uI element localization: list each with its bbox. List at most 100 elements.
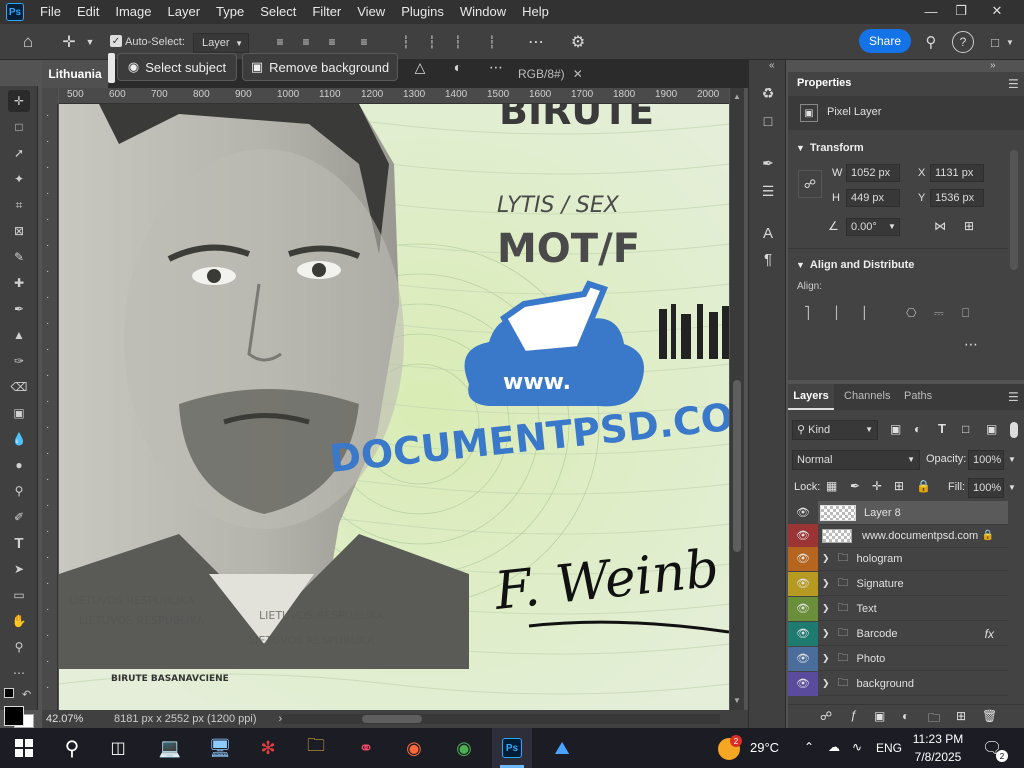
visibility-eye-icon[interactable]: 👁	[788, 646, 818, 671]
close-button[interactable]: ✕	[980, 0, 1014, 22]
filter-adjustment-icon[interactable]: ◐	[914, 422, 921, 436]
clock-time[interactable]: 11:23 PM	[908, 732, 968, 746]
hand-tool-icon[interactable]: ✋	[8, 610, 30, 632]
photoshop-taskbar-icon[interactable]: Ps	[492, 728, 532, 768]
properties-scrollbar[interactable]	[1010, 150, 1018, 270]
align-right-icon[interactable]: ⎥	[860, 306, 866, 320]
scroll-down-icon[interactable]: ▼	[733, 696, 741, 705]
layer-effects-badge[interactable]: fx	[985, 627, 994, 641]
layer-name[interactable]: Text	[857, 603, 877, 615]
brush-settings-icon[interactable]: ✒	[757, 152, 779, 174]
add-mask-icon[interactable]: ▣	[874, 709, 885, 723]
layer-row[interactable]: 👁 ❯ 🗀 Barcode fx	[788, 621, 1008, 646]
document-canvas[interactable]: LIETUVOS RESPUBLIKA LIETUVOS RESPUBLIKA …	[59, 104, 729, 710]
burn-tool-icon[interactable]: ⚲	[8, 480, 30, 502]
flip-vertical-icon[interactable]: ⊞	[964, 219, 974, 233]
home-icon[interactable]: ⌂	[16, 32, 40, 52]
more-options-icon[interactable]: ⋯	[486, 57, 506, 77]
visibility-eye-icon[interactable]: 👁	[788, 621, 818, 646]
windows-start-icon[interactable]	[4, 728, 44, 768]
flip-horizontal-icon[interactable]: ⋈	[934, 219, 946, 233]
file-explorer-icon[interactable]: 🗀	[296, 728, 336, 768]
healing-brush-icon[interactable]: ✚	[8, 272, 30, 294]
visibility-eye-icon[interactable]: 👁	[788, 671, 818, 696]
remote-app-icon[interactable]: ✻	[248, 728, 288, 768]
collapse-panels-icon[interactable]: »	[990, 60, 996, 71]
menu-view[interactable]: View	[349, 0, 393, 24]
align-left-icon[interactable]: ⎤	[804, 306, 810, 320]
new-layer-icon[interactable]: ⊞	[956, 709, 966, 723]
minimize-button[interactable]: —	[914, 0, 948, 22]
chevron-right-icon[interactable]: ❯	[822, 678, 830, 689]
filter-type-icon[interactable]: T	[938, 421, 946, 436]
search-icon[interactable]: ⚲	[52, 728, 92, 768]
character-icon[interactable]: A	[757, 222, 779, 244]
restore-button[interactable]: ❐	[944, 0, 978, 22]
new-adjustment-icon[interactable]: ◐	[902, 709, 909, 723]
transform-section[interactable]: ▼ Transform	[796, 142, 864, 154]
chevron-down-icon[interactable]: ▼	[1008, 483, 1016, 492]
lock-artboard-icon[interactable]: ⊞	[894, 479, 904, 493]
align-bottom-icon[interactable]: ⎕	[962, 306, 969, 321]
chevron-right-icon[interactable]: ❯	[822, 603, 830, 614]
tab-second-document[interactable]: RGB/8#) ✕	[514, 60, 584, 88]
menu-select[interactable]: Select	[252, 0, 304, 24]
network-app-icon[interactable]: 🖥	[200, 728, 240, 768]
horizontal-scrollbar[interactable]	[282, 714, 720, 724]
menu-file[interactable]: File	[32, 0, 69, 24]
filter-toggle[interactable]	[1010, 422, 1018, 438]
layer-name[interactable]: background	[857, 678, 915, 690]
new-group-icon[interactable]: 🗀	[928, 709, 940, 730]
adjustment-icon[interactable]: ◐	[448, 57, 468, 77]
filter-shape-icon[interactable]: □	[962, 422, 969, 436]
help-icon[interactable]: ?	[952, 31, 974, 53]
visibility-eye-icon[interactable]: 👁	[788, 596, 818, 621]
layer-name[interactable]: Barcode	[857, 628, 898, 640]
photos-app-icon[interactable]: ⛰	[542, 728, 582, 768]
wifi-icon[interactable]: ∿	[852, 740, 862, 754]
panel-menu-icon[interactable]: ☰	[1008, 77, 1019, 91]
layer-row[interactable]: 👁 ❯ 🗀 Photo	[788, 646, 1008, 671]
this-pc-icon[interactable]: 💻	[150, 728, 190, 768]
language-indicator[interactable]: ENG	[876, 741, 902, 755]
zoom-tool-icon[interactable]: ⚲	[8, 636, 30, 658]
chevron-down-icon[interactable]: ▼	[84, 34, 96, 50]
brush-tool-icon[interactable]: ✒	[8, 298, 30, 320]
close-icon[interactable]: ✕	[573, 67, 583, 81]
menu-layer[interactable]: Layer	[160, 0, 209, 24]
move-tool-icon[interactable]: ✛	[8, 90, 30, 112]
visibility-eye-icon[interactable]: 👁	[788, 571, 818, 596]
link-dimensions-icon[interactable]: ☍	[798, 170, 822, 198]
layer-name[interactable]: Photo	[857, 653, 886, 665]
panel-menu-icon[interactable]: ☰	[1008, 390, 1019, 404]
menu-filter[interactable]: Filter	[304, 0, 349, 24]
delete-layer-icon[interactable]: 🗑	[982, 709, 997, 723]
clock-date[interactable]: 7/8/2025	[908, 750, 968, 764]
blur-tool-icon[interactable]: 💧	[8, 428, 30, 450]
tab-paths[interactable]: Paths	[904, 390, 932, 402]
layer-name[interactable]: hologram	[857, 553, 903, 565]
blend-mode-dropdown[interactable]: Normal ▼	[792, 450, 920, 470]
creative-cloud-icon[interactable]: ⚭	[346, 728, 386, 768]
chevron-down-icon[interactable]: ▼	[888, 222, 896, 231]
fill-input[interactable]: 100%	[968, 478, 1004, 498]
align-vcenter-icon[interactable]: ⎓	[934, 306, 944, 321]
crop-tool-icon[interactable]: ⌗	[8, 194, 30, 216]
align-hcenter-icon[interactable]: ⎪	[832, 306, 841, 320]
align-top-icon[interactable]: ⎔	[906, 306, 916, 320]
workspace-icon[interactable]: □	[984, 31, 1006, 53]
weather-temp[interactable]: 29°C	[750, 740, 779, 755]
tab-layers[interactable]: Layers	[788, 384, 834, 410]
opacity-input[interactable]: 100%	[968, 450, 1004, 470]
transform-icon[interactable]: △	[410, 57, 430, 77]
type-tool-icon[interactable]: T	[8, 532, 30, 554]
search-icon[interactable]: ⚲	[920, 31, 942, 53]
select-subject-button[interactable]: ◉ Select subject	[117, 53, 237, 81]
auto-select-dropdown[interactable]: Layer ▼	[193, 33, 249, 53]
zoom-level[interactable]: 42.07%	[46, 713, 112, 725]
chevron-down-icon[interactable]: ▼	[1008, 455, 1016, 464]
layer-row[interactable]: 👁 Layer 8	[788, 500, 1008, 525]
vertical-scrollbar[interactable]: ▲ ▼	[730, 88, 744, 710]
swap-colors-icon[interactable]: ↶	[22, 688, 31, 701]
layer-row[interactable]: 👁 ❯ 🗀 Text	[788, 596, 1008, 621]
